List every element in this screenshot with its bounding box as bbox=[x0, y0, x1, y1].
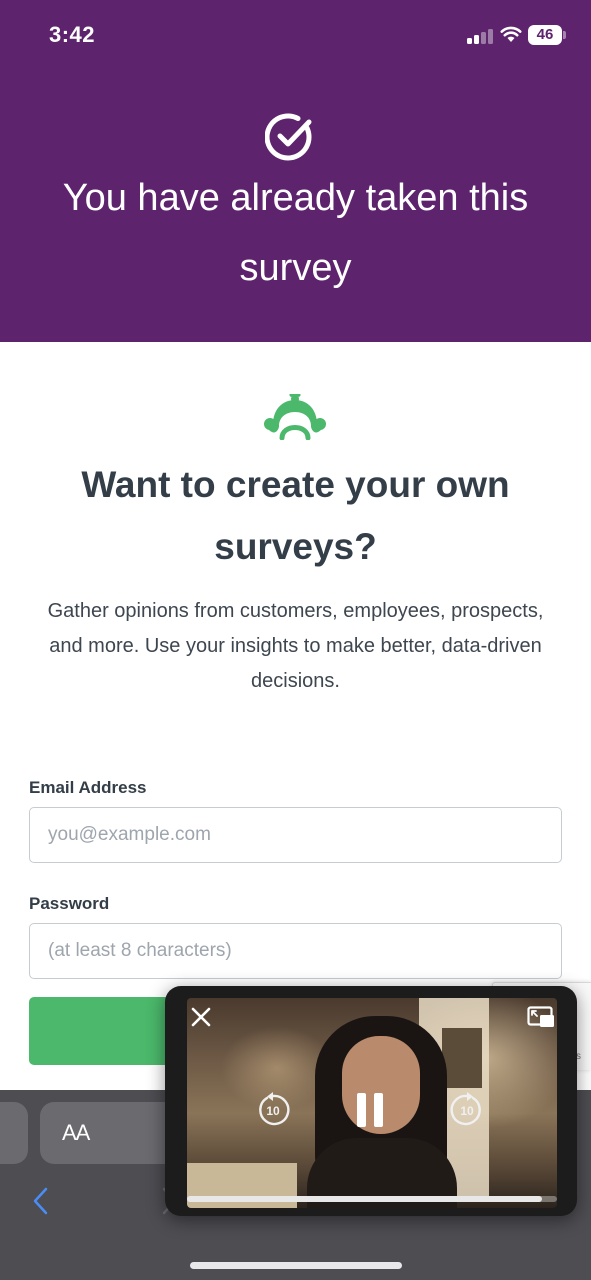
clock: 3:42 bbox=[49, 22, 96, 47]
home-indicator[interactable] bbox=[190, 1262, 402, 1269]
skip-forward-seconds: 10 bbox=[460, 1104, 474, 1118]
email-label: Email Address bbox=[29, 778, 147, 797]
status-bar: 3:42 46 bbox=[0, 0, 591, 70]
picture-in-picture-player[interactable]: 10 10 bbox=[165, 986, 577, 1216]
reader-options-label: AA bbox=[62, 1120, 90, 1145]
wifi-icon bbox=[500, 26, 522, 42]
promo-description: Gather opinions from customers, employee… bbox=[47, 600, 544, 692]
check-circle-icon bbox=[265, 113, 312, 161]
promo-heading: Want to create your own surveys? bbox=[81, 464, 510, 567]
page-title: You have already taken this survey bbox=[62, 177, 529, 289]
tab-pill[interactable] bbox=[0, 1102, 28, 1164]
playback-progress-bar[interactable] bbox=[187, 1196, 557, 1202]
battery-level: 46 bbox=[536, 26, 554, 43]
battery-icon: 46 bbox=[528, 25, 566, 45]
skip-forward-icon[interactable]: 10 bbox=[449, 1092, 485, 1128]
email-field[interactable] bbox=[29, 807, 562, 863]
skip-back-seconds: 10 bbox=[266, 1104, 280, 1118]
survey-taken-banner: 3:42 46 You have already taken this surv… bbox=[0, 0, 591, 342]
password-field[interactable] bbox=[29, 923, 562, 979]
expand-pip-icon[interactable] bbox=[527, 1006, 555, 1028]
pause-icon[interactable] bbox=[355, 1092, 385, 1128]
playback-progress-fill bbox=[187, 1196, 543, 1202]
reader-options-button[interactable]: AA bbox=[40, 1102, 180, 1164]
password-label: Password bbox=[29, 894, 110, 913]
skip-back-icon[interactable]: 10 bbox=[255, 1092, 291, 1128]
cellular-signal-icon bbox=[467, 28, 493, 44]
monkey-logo-icon bbox=[264, 394, 326, 440]
close-icon[interactable] bbox=[190, 1006, 212, 1028]
back-arrow-icon[interactable] bbox=[30, 1186, 52, 1216]
